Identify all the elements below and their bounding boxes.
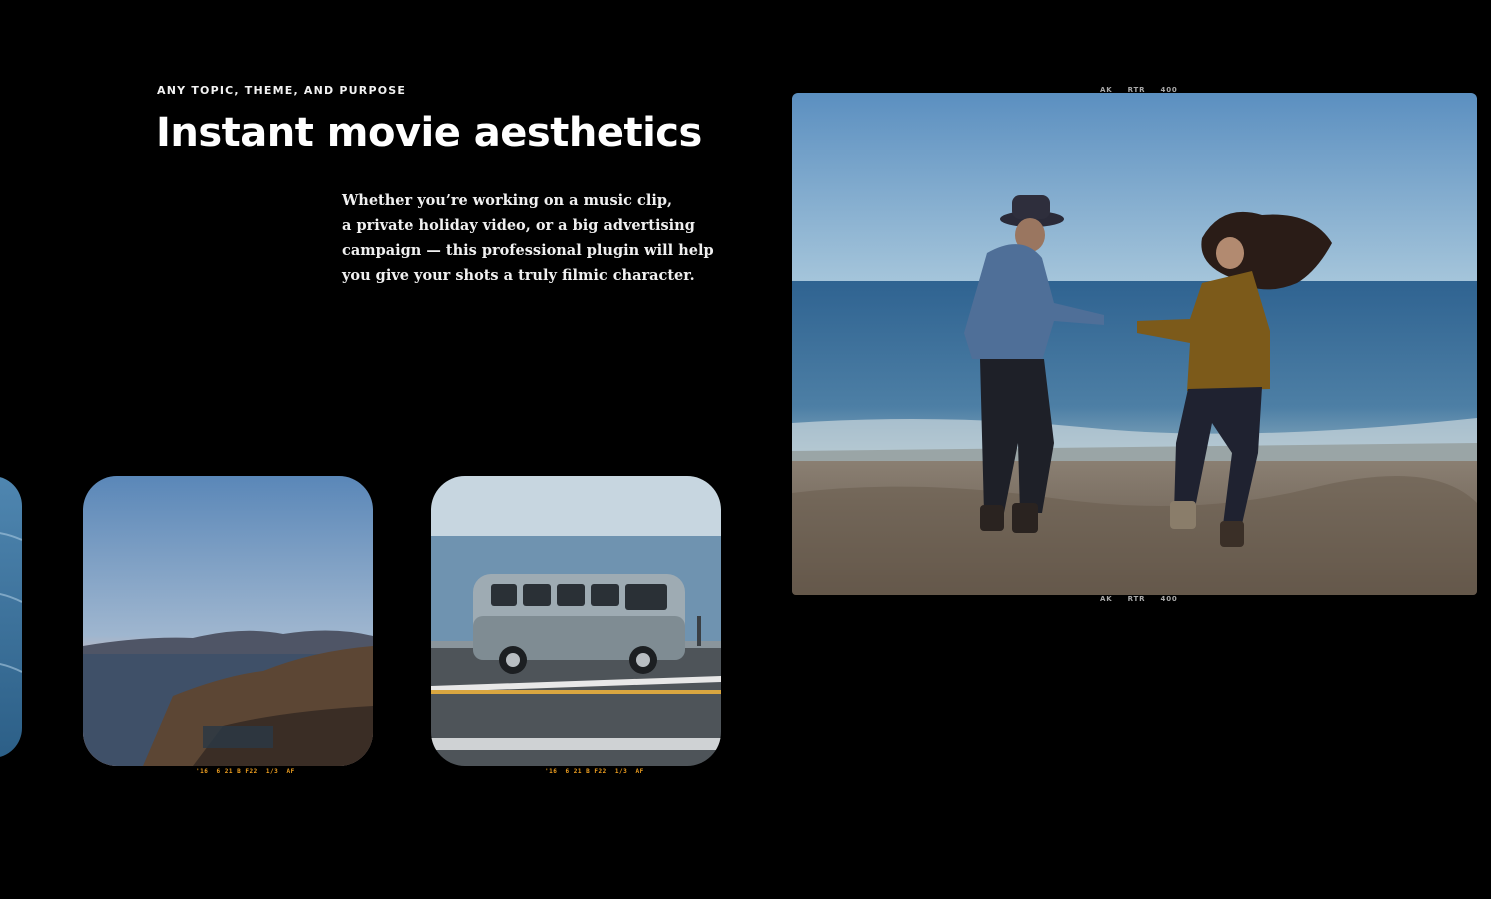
thumbnail-cliffs[interactable] xyxy=(83,476,373,766)
description-line: you give your shots a truly filmic chara… xyxy=(342,267,695,284)
description-line: campaign — this professional plugin will… xyxy=(342,242,714,259)
description-text: Whether you’re working on a music clip, … xyxy=(342,188,714,288)
thumbnail-stamp: '16 6 21 B F22 1/3 AF xyxy=(196,768,295,775)
thumbnail-van[interactable] xyxy=(431,476,721,766)
eyebrow-label: ANY TOPIC, THEME, AND PURPOSE xyxy=(157,84,407,97)
description-line: a private holiday video, or a big advert… xyxy=(342,217,695,234)
description-line: Whether you’re working on a music clip, xyxy=(342,192,673,209)
hero-photo xyxy=(792,93,1477,595)
van-figure xyxy=(473,574,685,674)
page-title: Instant movie aesthetics xyxy=(156,110,702,156)
partial-thumbnail xyxy=(0,476,22,758)
film-code-bottom: AK RTR 400 xyxy=(1100,595,1178,603)
thumbnail-stamp: '16 6 21 B F22 1/3 AF xyxy=(545,768,644,775)
